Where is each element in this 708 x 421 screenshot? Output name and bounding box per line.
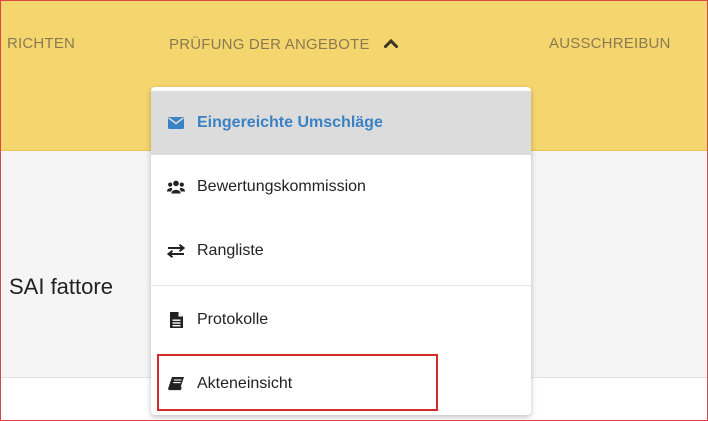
file-icon	[167, 311, 185, 329]
exchange-icon	[167, 242, 185, 260]
menu-item-label: Rangliste	[197, 242, 264, 259]
menu-item-label: Akteneinsicht	[197, 375, 293, 392]
users-icon	[167, 178, 185, 196]
menu-item-akteneinsicht[interactable]: Akteneinsicht	[151, 352, 531, 415]
nav-item-pruefung-der-angebote[interactable]: PRÜFUNG DER ANGEBOTE	[169, 35, 399, 53]
menu-divider	[151, 285, 531, 286]
menu-item-bewertungskommission[interactable]: Bewertungskommission	[151, 155, 531, 219]
nav-item-label: PRÜFUNG DER ANGEBOTE	[169, 36, 370, 53]
envelope-icon	[167, 114, 185, 132]
chevron-up-icon	[383, 35, 399, 52]
page-title: SAI fattore	[9, 274, 113, 299]
menu-item-label: Bewertungskommission	[197, 178, 366, 195]
menu-item-rangliste[interactable]: Rangliste	[151, 219, 531, 283]
nav-item-richten[interactable]: RICHTEN	[7, 35, 75, 52]
nav-item-ausschreibung[interactable]: AUSSCHREIBUN	[549, 35, 671, 52]
menu-item-label: Protokolle	[197, 311, 269, 328]
menu-item-protokolle[interactable]: Protokolle	[151, 288, 531, 352]
menu-item-eingereichte-umschlaege[interactable]: Eingereichte Umschläge	[151, 91, 531, 155]
submenu-dropdown: Eingereichte Umschläge Bewertungskommiss…	[151, 87, 531, 415]
book-icon	[167, 375, 185, 393]
menu-item-label: Eingereichte Umschläge	[197, 114, 383, 131]
screenshot-frame: RICHTEN PRÜFUNG DER ANGEBOTE AUSSCHREIBU…	[0, 0, 708, 421]
